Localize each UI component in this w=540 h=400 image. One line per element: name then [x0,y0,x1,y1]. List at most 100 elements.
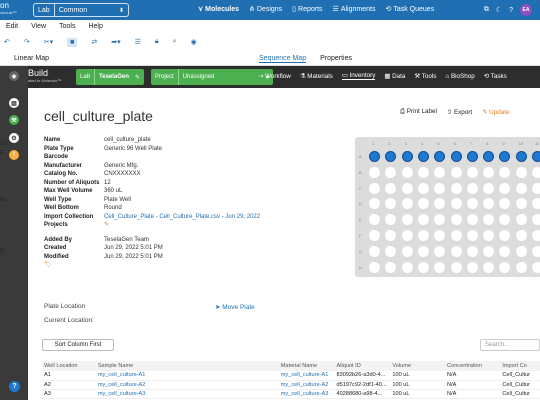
menu-edit[interactable]: Edit [6,23,18,30]
plate-well[interactable] [450,261,462,273]
plate-well[interactable] [401,151,413,162]
bnav-materials[interactable]: ⚗ Materials [300,73,333,80]
plate-well[interactable] [401,214,413,226]
plate-well[interactable] [417,214,429,226]
plate-well[interactable] [434,261,446,273]
lab-selector[interactable]: Lab Common ⬍ [33,3,129,17]
table-cell[interactable]: my_cell_culture-A3 [95,389,279,399]
column-header[interactable]: Concentration [445,361,501,371]
plate-well[interactable] [483,230,495,241]
avatar[interactable]: EA [520,4,532,16]
plate-well[interactable] [450,230,462,241]
plate-well[interactable] [532,261,540,273]
logo-icon[interactable]: ◈ [9,71,19,81]
bnav-tasks[interactable]: ⟲ Tasks [484,73,507,80]
moon-icon[interactable]: ☾ [496,6,502,14]
move-plate-button[interactable]: ➤ Move Plate [215,303,255,311]
plate-well[interactable] [369,261,380,273]
plate-well[interactable] [385,182,397,194]
plate-well[interactable] [369,198,380,210]
plate-well[interactable] [434,166,446,178]
plate-well[interactable] [385,261,397,273]
plate-well[interactable] [401,245,413,257]
undo-icon[interactable]: ↶ [4,38,10,46]
plate-well[interactable] [499,182,511,194]
plate-well[interactable] [532,230,540,241]
nav-designs[interactable]: ⋔ Designs [249,5,282,14]
table-cell[interactable]: my_cell_culture-A3 [278,389,335,399]
bnav-inventory[interactable]: ▭ Inventory [341,72,376,80]
search-icon[interactable]: ⌕ [173,38,177,46]
plate-well[interactable] [499,198,511,210]
plate-well[interactable] [499,230,511,241]
search-input[interactable]: Search... [480,339,540,351]
menu-help[interactable]: Help [88,23,102,30]
plate-well[interactable] [450,151,462,162]
table-row[interactable]: A1 my_cell_culture-A1 my_cell_culture-A1 83… [42,371,540,381]
column-header[interactable]: Aliquot ID [334,361,391,371]
table-row[interactable]: A3 my_cell_culture-A3 my_cell_culture-A3 40… [42,389,540,399]
plate-well[interactable] [450,245,462,257]
plate-well[interactable] [466,198,478,210]
plate-well[interactable] [499,214,511,226]
column-header[interactable]: Volume [390,361,446,371]
plate-well[interactable] [466,245,478,257]
print-label-button[interactable]: ⎙ Print Label [400,108,437,116]
plate-well[interactable] [417,198,429,210]
plate-well[interactable] [532,182,540,194]
plate-well[interactable] [434,230,446,241]
tab-sequence-map[interactable]: Sequence Map [259,55,307,63]
table-cell[interactable]: my_cell_culture-A2 [95,380,279,390]
plate-well[interactable] [417,261,429,273]
help-icon[interactable]: ? [509,7,513,14]
plate-well[interactable] [450,198,462,210]
plate-well[interactable] [417,230,429,241]
plate-well[interactable] [515,261,527,273]
gear-icon[interactable]: ⚙ [9,133,19,143]
plate-well[interactable] [532,151,540,162]
plate-well[interactable] [401,198,413,210]
plate-well[interactable] [483,166,495,178]
column-header[interactable]: Material Name [278,361,335,371]
plate-well[interactable] [499,245,511,257]
plate-well[interactable] [385,214,397,226]
menu-view[interactable]: View [31,23,46,30]
plate-well[interactable] [466,261,478,273]
column-header[interactable]: Sample Name [95,361,279,371]
column-header[interactable]: Import Co [500,361,540,371]
tag-icon[interactable]: 🏷︎ [44,261,52,270]
arrow-right-icon[interactable]: ➡▾ [111,38,120,46]
plate-well[interactable] [417,245,429,257]
plate-well[interactable] [532,166,540,178]
plate-well[interactable] [385,230,397,241]
plate-well[interactable] [369,245,380,257]
plate-well[interactable] [466,182,478,194]
save-icon[interactable]: ▤ [9,98,19,108]
plate-well[interactable] [515,166,527,178]
plate-well[interactable] [417,182,429,194]
plate-well[interactable] [466,166,478,178]
sort-column-first-button[interactable]: Sort Column First [42,339,114,351]
bnav-workflow[interactable]: ⇢ Workflow [258,73,291,80]
lightbulb-icon[interactable]: ! [9,150,19,160]
plate-well[interactable] [385,198,397,210]
plate-well[interactable] [466,230,478,241]
plate-well[interactable] [483,151,495,162]
swap-icon[interactable]: ⇄ [91,38,97,46]
app-brand[interactable]: on olecule™ [0,2,17,16]
build-lab-selector[interactable]: Lab TeselaGen ✎ [76,69,144,85]
plate-well[interactable] [401,182,413,194]
plate-well[interactable] [499,261,511,273]
wrench-icon[interactable]: ⚒ [9,115,19,125]
bnav-tools[interactable]: ⚒ Tools [414,73,436,80]
plate-well[interactable] [532,198,540,210]
align-icon[interactable]: ☰ [135,38,141,46]
plate-well[interactable] [369,166,380,178]
cut-icon[interactable]: ✂▾ [44,38,53,46]
plate-well[interactable] [499,166,511,178]
plate-well[interactable] [434,245,446,257]
plate-well[interactable] [532,214,540,226]
bnav-data[interactable]: ▦ Data [384,73,405,80]
plate-well[interactable] [483,214,495,226]
plate-well[interactable] [385,166,397,178]
